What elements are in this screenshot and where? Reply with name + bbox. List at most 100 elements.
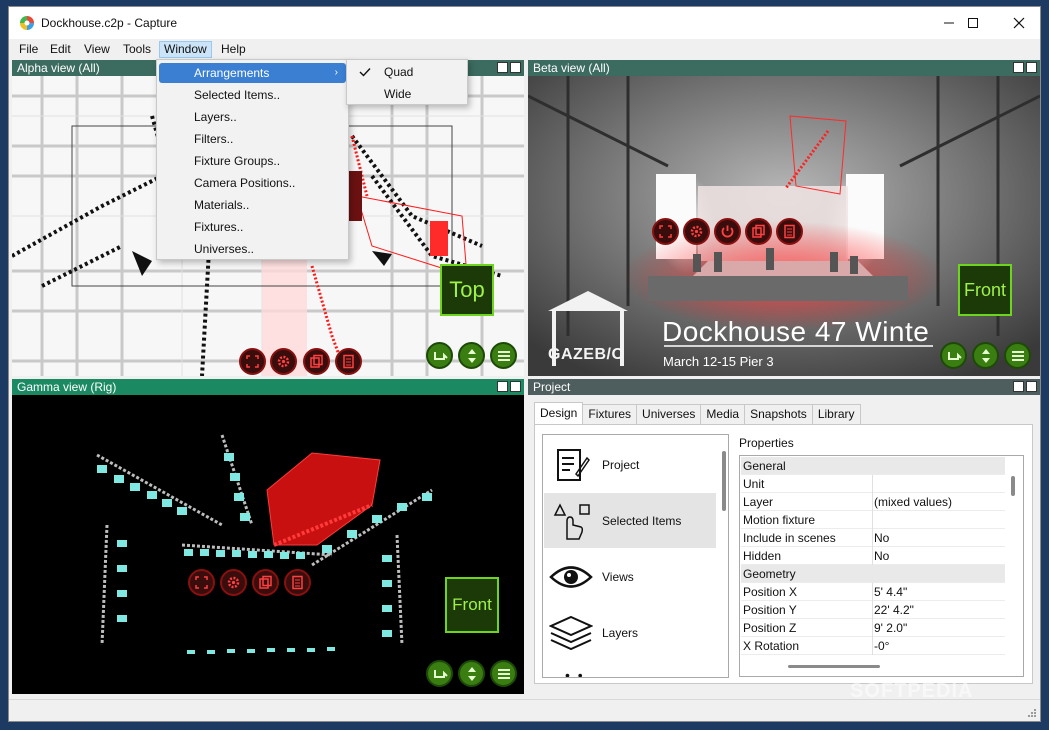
menu-item-wide[interactable]: Wide [349, 84, 465, 104]
project-title: Project [533, 380, 571, 394]
pan-view-button[interactable] [972, 342, 999, 369]
rotate-left-button[interactable] [426, 342, 453, 369]
title-bar: Dockhouse.c2p - Capture [9, 7, 1040, 39]
property-row[interactable]: Layer (mixed values) [741, 493, 1005, 511]
pane-maximize-icon[interactable] [1026, 62, 1037, 73]
resize-grip-icon[interactable] [1027, 708, 1037, 718]
frame-all-button[interactable] [188, 569, 215, 596]
settings-button[interactable] [220, 569, 247, 596]
menu-item-arrangements[interactable]: Arrangements › [159, 63, 346, 83]
menu-item-fixtures[interactable]: Fixtures.. [159, 217, 346, 237]
properties-hscrollbar[interactable] [788, 665, 880, 668]
app-logo-icon [20, 16, 34, 30]
close-icon [1013, 17, 1025, 29]
front-view-label[interactable]: Front [445, 577, 499, 633]
pane-undock-icon[interactable] [497, 62, 508, 73]
top-view-label[interactable]: Top [440, 264, 494, 316]
event-headline: Dockhouse 47 Winte [662, 316, 930, 347]
snapshot-button[interactable] [303, 348, 330, 375]
property-row[interactable]: Unit [741, 475, 1005, 493]
document-icon [292, 575, 303, 590]
list-item-selected-items[interactable]: Selected Items [544, 493, 716, 548]
view-menu-button[interactable] [1004, 342, 1031, 369]
menu-item-materials[interactable]: Materials.. [159, 195, 346, 215]
property-row[interactable]: X Rotation -0° [741, 637, 1005, 655]
menu-item-fixture-groups[interactable]: Fixture Groups.. [159, 151, 346, 171]
property-group[interactable]: Geometry [741, 565, 1005, 583]
gamma-view-pane: Gamma view (Rig) Front [12, 379, 524, 694]
pane-undock-icon[interactable] [497, 381, 508, 392]
settings-button[interactable] [270, 348, 297, 375]
maximize-button[interactable] [950, 7, 996, 39]
property-row[interactable]: Position Y 22' 4.2" [741, 601, 1005, 619]
frame-all-button[interactable] [239, 348, 266, 375]
layers-icon [548, 610, 594, 656]
property-row[interactable]: Motion fixture [741, 511, 1005, 529]
pane-maximize-icon[interactable] [510, 62, 521, 73]
menu-edit[interactable]: Edit [46, 41, 75, 58]
gamma-view-title: Gamma view (Rig) [17, 380, 117, 394]
beta-view-pane: Beta view (All) GAZEB/O Dockhouse 47 Win… [528, 60, 1040, 376]
snapshot-button[interactable] [745, 218, 772, 245]
property-group[interactable]: General [741, 457, 1005, 475]
report-button[interactable] [284, 569, 311, 596]
list-scrollbar[interactable] [722, 451, 726, 511]
menu-file[interactable]: File [15, 41, 42, 58]
close-button[interactable] [996, 7, 1042, 39]
pane-undock-icon[interactable] [1013, 381, 1024, 392]
menu-window[interactable]: Window [159, 41, 212, 58]
select-touch-icon [548, 498, 594, 544]
snapshot-button[interactable] [252, 569, 279, 596]
list-item-views[interactable]: Views [544, 549, 716, 604]
menu-item-layers[interactable]: Layers.. [159, 107, 346, 127]
settings-button[interactable] [683, 218, 710, 245]
view-menu-button[interactable] [490, 342, 517, 369]
frame-all-button[interactable] [652, 218, 679, 245]
checkmark-icon [359, 68, 371, 77]
pan-view-button[interactable] [458, 342, 485, 369]
pan-view-button[interactable] [458, 660, 485, 687]
menu-item-universes[interactable]: Universes.. [159, 239, 346, 259]
power-button[interactable] [714, 218, 741, 245]
project-header: Project [528, 379, 1040, 395]
menu-tools[interactable]: Tools [119, 41, 155, 58]
gamma-viewport[interactable]: Front [12, 395, 524, 694]
window-title: Dockhouse.c2p - Capture [41, 16, 178, 30]
list-item-layers[interactable]: Layers [544, 605, 716, 660]
menu-item-filters[interactable]: Filters.. [159, 129, 346, 149]
front-view-label[interactable]: Front [958, 264, 1012, 316]
pane-maximize-icon[interactable] [510, 381, 521, 392]
menu-item-camera-positions[interactable]: Camera Positions.. [159, 173, 346, 193]
menu-help[interactable]: Help [217, 41, 250, 58]
menu-item-quad[interactable]: Quad [349, 62, 465, 82]
design-item-list: Project Selected Items Views Layers • • [542, 434, 729, 678]
property-row[interactable]: Position X 5' 4.4" [741, 583, 1005, 601]
report-button[interactable] [335, 348, 362, 375]
tab-snapshots[interactable]: Snapshots [744, 404, 813, 424]
tab-universes[interactable]: Universes [636, 404, 702, 424]
report-button[interactable] [776, 218, 803, 245]
menu-item-selected-items[interactable]: Selected Items.. [159, 85, 346, 105]
tab-library[interactable]: Library [811, 404, 861, 424]
pane-maximize-icon[interactable] [1026, 381, 1037, 392]
copy-icon [752, 224, 765, 238]
frame-icon [195, 576, 208, 589]
eye-icon [548, 554, 594, 600]
alpha-view-title: Alpha view (All) [17, 61, 100, 75]
view-menu-button[interactable] [490, 660, 517, 687]
beta-viewport[interactable]: GAZEB/O Dockhouse 47 Winte March 12-15 P… [528, 76, 1040, 376]
tab-media[interactable]: Media [700, 404, 746, 424]
tab-design[interactable]: Design [534, 402, 584, 424]
tab-fixtures[interactable]: Fixtures [582, 404, 638, 424]
property-row[interactable]: Include in scenes No [741, 529, 1005, 547]
list-item-project[interactable]: Project [544, 437, 716, 492]
property-row[interactable]: Position Z 9' 2.0" [741, 619, 1005, 637]
pane-undock-icon[interactable] [1013, 62, 1024, 73]
rotate-left-button[interactable] [940, 342, 967, 369]
property-row[interactable]: Hidden No [741, 547, 1005, 565]
gear-icon [277, 355, 290, 368]
list-item-label: Project [602, 457, 640, 472]
rotate-left-button[interactable] [426, 660, 453, 687]
menu-view[interactable]: View [80, 41, 114, 58]
properties-vscrollbar[interactable] [1011, 476, 1015, 496]
